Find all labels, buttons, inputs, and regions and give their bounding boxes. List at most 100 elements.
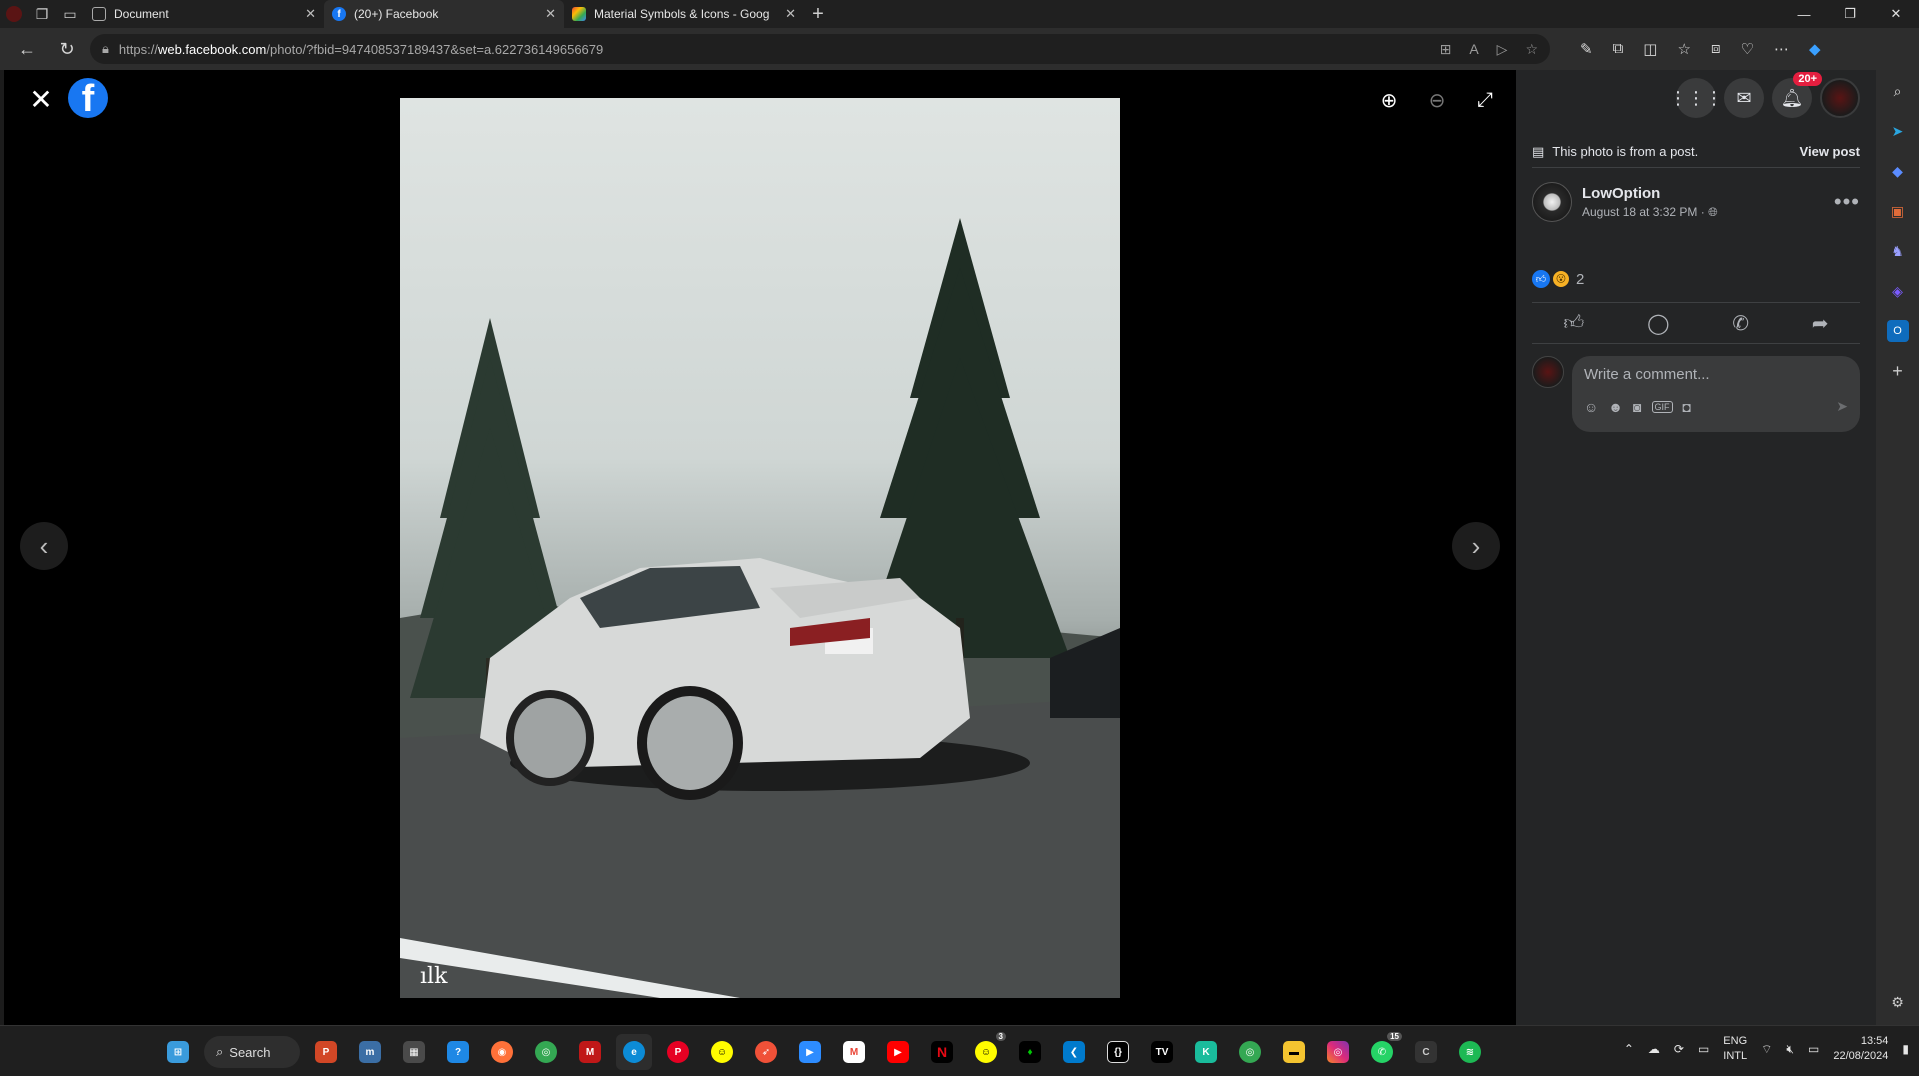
clock[interactable]: 13:54 22/08/2024 (1833, 1034, 1888, 1064)
pen-icon[interactable]: ✎ (1580, 40, 1593, 58)
more-options-icon[interactable]: ••• (1834, 189, 1860, 215)
minimize-icon[interactable]: — (1781, 0, 1827, 28)
firefox-icon[interactable]: ◉ (484, 1034, 520, 1070)
chrome-icon[interactable]: ◎ (528, 1034, 564, 1070)
instagram-icon[interactable]: ◎ (1320, 1034, 1356, 1070)
taskbar-search[interactable]: ⌕ Search (204, 1036, 300, 1068)
store-icon[interactable]: ▦ (396, 1034, 432, 1070)
gif-icon[interactable]: GIF (1651, 400, 1673, 413)
pinterest-icon[interactable]: P (660, 1034, 696, 1070)
collections-icon[interactable]: ⧈ (1711, 40, 1721, 58)
notifications-bell-icon[interactable]: 🔔︎ 20+ (1772, 72, 1822, 118)
sync-icon[interactable]: ⟳ (1674, 1042, 1684, 1056)
next-photo-button[interactable]: › (1452, 522, 1500, 570)
workspaces-icon[interactable]: ❐ (28, 0, 56, 28)
zoom-in-icon[interactable]: ⊕ (1377, 88, 1401, 112)
snapchat-icon[interactable]: ☺ (704, 1034, 740, 1070)
menu-grid-icon[interactable]: ⋮⋮⋮ (1669, 78, 1723, 118)
comment-input[interactable] (1584, 366, 1848, 383)
profile-icon[interactable] (0, 0, 28, 28)
like-button-icon[interactable]: 👍︎ (1563, 311, 1584, 335)
comment-button-icon[interactable]: ◯ (1647, 311, 1669, 336)
swift-icon[interactable]: ➶ (748, 1034, 784, 1070)
read-aloud-icon[interactable]: A (1469, 41, 1478, 58)
battery-icon[interactable]: ▭ (1808, 1042, 1819, 1056)
fullscreen-icon[interactable]: ⤢ (1473, 88, 1497, 112)
refresh-icon[interactable]: ↻ (50, 33, 84, 65)
wifi-icon[interactable]: ⌔ (1761, 1042, 1772, 1057)
commenter-avatar[interactable] (1532, 356, 1564, 388)
new-tab-button[interactable]: + (804, 0, 832, 28)
file-explorer-icon[interactable]: ▬ (1276, 1034, 1312, 1070)
account-avatar[interactable] (1820, 78, 1860, 118)
robinhood-icon[interactable]: ♦ (1012, 1034, 1048, 1070)
tab-actions-icon[interactable]: ▭ (56, 0, 84, 28)
close-icon[interactable]: ✕ (545, 6, 556, 22)
share-button-icon[interactable]: ➦ (1812, 311, 1829, 336)
copilot-icon[interactable]: ◆ (1809, 40, 1821, 58)
sidebar-tag-icon[interactable]: ◆ (1887, 160, 1909, 182)
extensions-icon[interactable]: ⧉ (1613, 40, 1624, 58)
poster-name[interactable]: LowOption (1582, 185, 1718, 202)
tab-facebook[interactable]: f (20+) Facebook ✕ (324, 0, 564, 28)
tab-material-symbols[interactable]: Material Symbols & Icons - Goog ✕ (564, 0, 804, 28)
help-icon[interactable]: ? (440, 1034, 476, 1070)
sidebar-toolbox-icon[interactable]: ▣ (1887, 200, 1909, 222)
snapchat-app-icon[interactable]: ☺ 3 (968, 1032, 1006, 1070)
gmail-icon[interactable]: M (836, 1034, 872, 1070)
chrome-icon-2[interactable]: ◎ (1232, 1034, 1268, 1070)
sidebar-telegram-icon[interactable]: ➤ (1887, 120, 1909, 142)
app-available-icon[interactable]: ⊞ (1440, 41, 1452, 58)
sidebar-settings-icon[interactable]: ⚙ (1887, 991, 1909, 1013)
avatar-sticker-icon[interactable]: ☺ (1584, 399, 1598, 415)
zoom-icon[interactable]: ▶ (792, 1034, 828, 1070)
close-icon[interactable]: ✕ (785, 6, 796, 22)
immersive-reader-icon[interactable]: ▷ (1497, 41, 1508, 58)
display-icon[interactable]: ▭ (1698, 1042, 1709, 1056)
sticker-icon[interactable]: ◘ (1683, 399, 1691, 415)
spotify-icon[interactable]: ≋ (1452, 1034, 1488, 1070)
restore-icon[interactable]: ❐ (1827, 0, 1873, 28)
url-field[interactable]: 🔒︎ https://web.facebook.com/photo/?fbid=… (90, 34, 1550, 64)
tradingview-icon[interactable]: TV (1144, 1034, 1180, 1070)
tab-document[interactable]: Document ✕ (84, 0, 324, 28)
sidebar-add-icon[interactable]: + (1887, 360, 1909, 382)
send-icon[interactable]: ➤ (1836, 398, 1848, 415)
powerpoint-icon[interactable]: P (308, 1034, 344, 1070)
zoom-out-icon[interactable]: ⊖ (1425, 88, 1449, 112)
whatsapp-share-icon[interactable]: ✆ (1732, 311, 1749, 336)
mylo-app-icon[interactable]: m (352, 1034, 388, 1070)
favorites-icon[interactable]: ☆ (1677, 40, 1690, 58)
mcafee-icon[interactable]: M (572, 1034, 608, 1070)
close-icon[interactable]: ✕ (305, 6, 316, 22)
notification-center-icon[interactable]: ▮ (1902, 1042, 1909, 1056)
whatsapp-icon[interactable]: ✆ 15 (1364, 1032, 1402, 1070)
start-button-icon[interactable]: ⊞ (160, 1034, 196, 1070)
facebook-logo-icon[interactable]: f (68, 78, 108, 118)
sidebar-copilot-icon[interactable]: ◈ (1887, 280, 1909, 302)
previous-photo-button[interactable]: ‹ (20, 522, 68, 570)
split-screen-icon[interactable]: ◫ (1643, 40, 1657, 58)
netflix-icon[interactable]: N (924, 1034, 960, 1070)
onedrive-icon[interactable]: ☁ (1648, 1042, 1660, 1056)
edge-icon[interactable]: e (616, 1034, 652, 1070)
poster-avatar[interactable] (1532, 182, 1572, 222)
sidebar-search-icon[interactable]: ⌕ (1887, 80, 1909, 102)
sidebar-games-icon[interactable]: ♞ (1887, 240, 1909, 262)
c-app-icon[interactable]: C (1408, 1034, 1444, 1070)
speaker-muted-icon[interactable]: 🔇︎ (1786, 1042, 1794, 1057)
vscode-icon[interactable]: ❮ (1056, 1034, 1092, 1070)
window-close-icon[interactable]: ✕ (1873, 0, 1919, 28)
language-indicator[interactable]: ENG INTL (1723, 1034, 1747, 1064)
tray-chevron-icon[interactable]: ⌃ (1624, 1042, 1634, 1056)
messenger-icon[interactable]: ✉ (1724, 78, 1764, 118)
reactions-summary[interactable]: 👍︎ 😮︎ 2 (1532, 270, 1584, 288)
post-date[interactable]: August 18 at 3:32 PM · 🌐︎ (1582, 205, 1718, 220)
back-icon[interactable]: ← (10, 33, 44, 65)
more-menu-icon[interactable]: ⋯ (1774, 40, 1789, 58)
youtube-icon[interactable]: ▶ (880, 1034, 916, 1070)
kite-icon[interactable]: K (1188, 1034, 1224, 1070)
emoji-icon[interactable]: ☻ (1608, 399, 1623, 415)
favorite-star-icon[interactable]: ☆ (1525, 41, 1538, 58)
camera-icon[interactable]: ◙ (1633, 399, 1641, 415)
